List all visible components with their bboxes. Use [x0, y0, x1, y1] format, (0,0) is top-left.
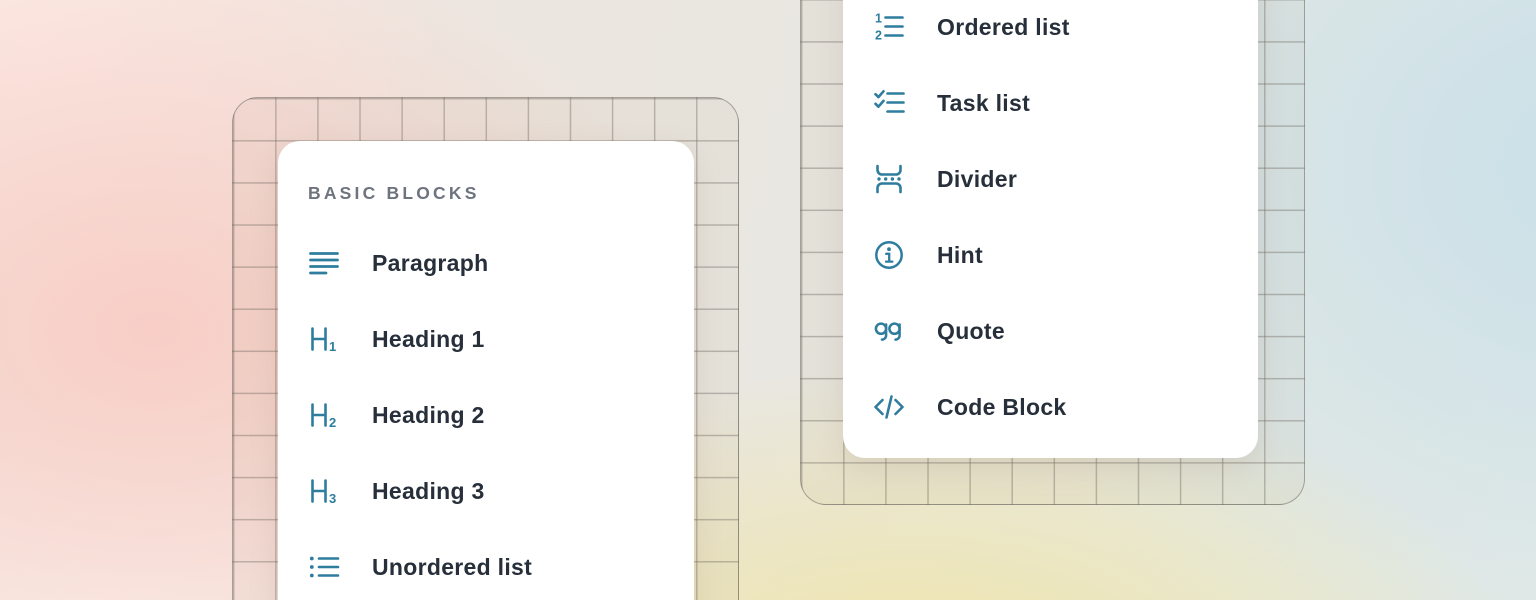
heading-3-icon: 3: [308, 475, 340, 507]
menu-item-label: Heading 3: [372, 478, 485, 505]
divider-icon: [873, 163, 905, 195]
heading-1-icon: 1: [308, 323, 340, 355]
menu-item-label: Heading 1: [372, 326, 485, 353]
menu-item-label: Ordered list: [937, 14, 1070, 41]
menu-item-unordered-list[interactable]: Unordered list: [308, 547, 660, 587]
menu-item-quote[interactable]: Quote: [873, 311, 1224, 351]
quote-icon: [873, 315, 905, 347]
menu-item-task-list[interactable]: Task list: [873, 83, 1224, 123]
more-blocks-menu-card: 12Ordered listTask listDividerHintQuoteC…: [843, 0, 1258, 458]
menu-item-heading-1[interactable]: 1 Heading 1: [308, 319, 660, 359]
menu-item-label: Paragraph: [372, 250, 488, 277]
basic-blocks-menu: Paragraph 1 Heading 1 2 Heading 2 3 Heading 3 U…: [308, 243, 660, 587]
basic-blocks-menu-card: BASIC BLOCKS Paragraph 1 Heading 1 2 Heading…: [278, 141, 694, 600]
svg-text:1: 1: [875, 12, 882, 26]
code-block-icon: [873, 391, 905, 423]
ordered-list-icon: 12: [873, 11, 905, 43]
menu-item-label: Unordered list: [372, 554, 532, 581]
menu-item-hint[interactable]: Hint: [873, 235, 1224, 275]
svg-text:1: 1: [329, 339, 336, 354]
section-label-basic-blocks: BASIC BLOCKS: [308, 183, 660, 203]
menu-item-code-block[interactable]: Code Block: [873, 387, 1224, 427]
menu-item-label: Code Block: [937, 394, 1067, 421]
more-blocks-menu: 12Ordered listTask listDividerHintQuoteC…: [873, 7, 1224, 427]
task-list-icon: [873, 87, 905, 119]
paragraph-icon: [308, 247, 340, 279]
hint-icon: [873, 239, 905, 271]
heading-2-icon: 2: [308, 399, 340, 431]
menu-item-label: Task list: [937, 90, 1030, 117]
svg-text:2: 2: [329, 415, 336, 430]
page-background: BASIC BLOCKS Paragraph 1 Heading 1 2 Heading…: [0, 0, 1536, 600]
svg-text:3: 3: [329, 491, 336, 506]
menu-item-label: Heading 2: [372, 402, 485, 429]
menu-item-heading-2[interactable]: 2 Heading 2: [308, 395, 660, 435]
menu-item-label: Hint: [937, 242, 983, 269]
menu-item-heading-3[interactable]: 3 Heading 3: [308, 471, 660, 511]
menu-item-paragraph[interactable]: Paragraph: [308, 243, 660, 283]
menu-item-divider[interactable]: Divider: [873, 159, 1224, 199]
unordered-list-icon: [308, 551, 340, 583]
menu-item-label: Divider: [937, 166, 1017, 193]
svg-text:2: 2: [875, 29, 882, 43]
menu-item-ordered-list[interactable]: 12Ordered list: [873, 7, 1224, 47]
menu-item-label: Quote: [937, 318, 1005, 345]
